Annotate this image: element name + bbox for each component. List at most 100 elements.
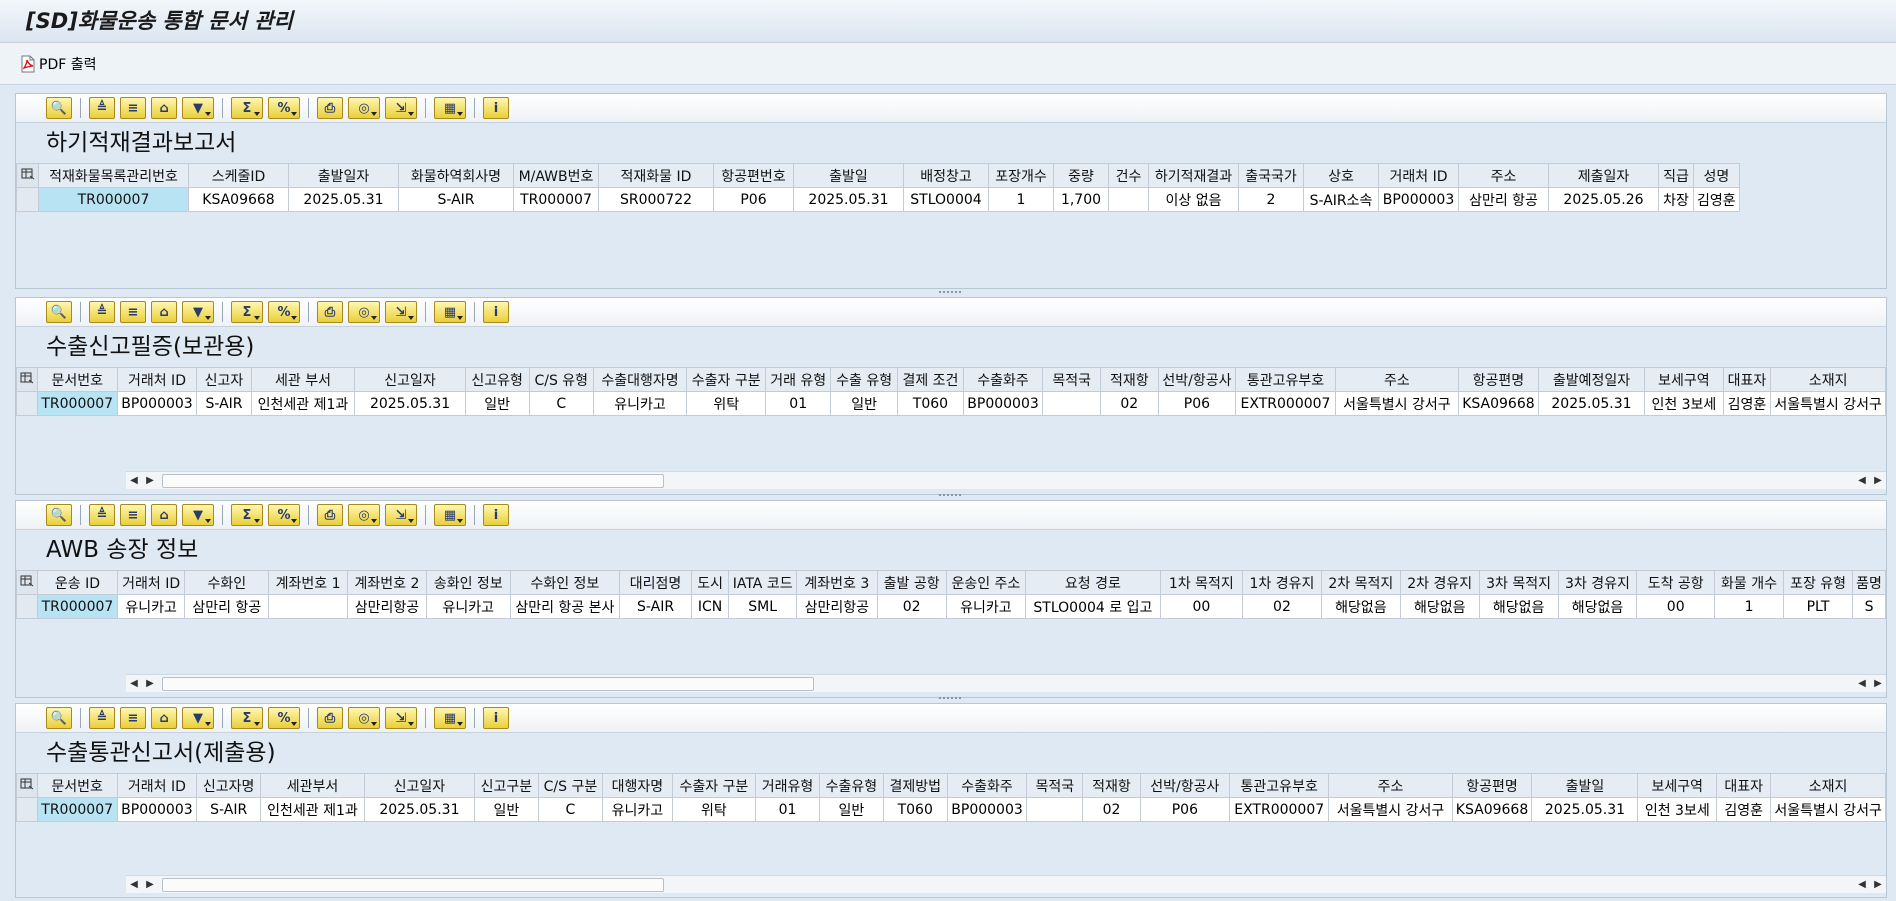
layout-button[interactable]: ▦ bbox=[434, 97, 466, 119]
column-header[interactable]: 수출유형 bbox=[818, 773, 884, 798]
column-header[interactable]: 제출일자 bbox=[1548, 163, 1659, 188]
table-cell[interactable]: TR000007 bbox=[513, 187, 599, 212]
table-cell[interactable]: BP000003 bbox=[116, 391, 198, 416]
scroll-end-right-icon[interactable]: ▶ bbox=[1870, 877, 1886, 893]
scroll-end-left-icon[interactable]: ◀ bbox=[1854, 676, 1870, 692]
column-header[interactable]: 3차 경유지 bbox=[1557, 570, 1638, 595]
table-cell[interactable]: 삼만리 항공 본사 bbox=[509, 594, 621, 619]
table-cell[interactable]: 유니카고 bbox=[602, 797, 673, 822]
column-header[interactable]: 대표자 bbox=[1722, 367, 1772, 392]
table-cell[interactable]: 02 bbox=[1082, 797, 1141, 822]
column-header[interactable]: 신고자 bbox=[196, 367, 252, 392]
table-cell[interactable]: 유니카고 bbox=[945, 594, 1027, 619]
column-header[interactable]: 적재화물 ID bbox=[598, 163, 714, 188]
sort-descending-button[interactable]: ≡ bbox=[120, 97, 146, 119]
column-header[interactable]: 신고일자 bbox=[354, 367, 466, 392]
column-header[interactable]: 도착 공항 bbox=[1636, 570, 1716, 595]
column-header[interactable]: 수화인 정보 bbox=[509, 570, 621, 595]
table-cell[interactable]: EXTR000007 bbox=[1228, 797, 1330, 822]
table-cell[interactable]: 2025.05.31 bbox=[1531, 797, 1639, 822]
scroll-right-icon[interactable]: ▶ bbox=[142, 676, 158, 692]
column-header[interactable]: 대행자명 bbox=[602, 773, 673, 798]
column-header[interactable]: 수출대행자명 bbox=[592, 367, 688, 392]
print-preview-button[interactable]: ◎ bbox=[348, 707, 380, 729]
table-cell[interactable]: 서울특별시 강서구 bbox=[1770, 797, 1886, 822]
column-header[interactable]: 계좌번호 2 bbox=[347, 570, 427, 595]
table-cell[interactable]: 이상 없음 bbox=[1148, 187, 1239, 212]
table-row[interactable]: TR000007 BP000003 S-AIR 인천세관 제1과 2025.05.31 일… bbox=[16, 391, 1886, 416]
column-header[interactable]: 목적국 bbox=[1026, 773, 1084, 798]
table-cell[interactable]: P06 bbox=[713, 187, 794, 212]
table-cell[interactable]: 1 bbox=[1714, 594, 1785, 619]
details-button[interactable]: 🔍 bbox=[46, 97, 72, 119]
table-cell[interactable]: T060 bbox=[897, 391, 964, 416]
splitter[interactable] bbox=[15, 696, 1885, 702]
info-button[interactable]: i bbox=[483, 301, 509, 323]
table-cell[interactable]: P06 bbox=[1157, 391, 1237, 416]
table-cell[interactable]: TR000007 bbox=[36, 391, 118, 416]
table-cell[interactable]: 02 bbox=[1242, 594, 1322, 619]
table-cell[interactable] bbox=[1042, 391, 1101, 416]
table-cell[interactable]: 서울특별시 강서구 bbox=[1770, 391, 1886, 416]
layout-button[interactable]: ▦ bbox=[434, 301, 466, 323]
table-cell[interactable]: P06 bbox=[1139, 797, 1230, 822]
table-cell[interactable]: 2025.05.31 bbox=[793, 187, 904, 212]
export-button[interactable]: ⇲ bbox=[385, 97, 417, 119]
column-header[interactable]: 거래 유형 bbox=[765, 367, 832, 392]
export-button[interactable]: ⇲ bbox=[385, 707, 417, 729]
details-button[interactable]: 🔍 bbox=[46, 504, 72, 526]
column-header[interactable]: 성명 bbox=[1693, 163, 1740, 188]
info-button[interactable]: i bbox=[483, 97, 509, 119]
info-button[interactable]: i bbox=[483, 707, 509, 729]
find-button[interactable]: ⌂ bbox=[151, 707, 177, 729]
table-cell[interactable]: 2025.05.31 bbox=[363, 797, 475, 822]
export-button[interactable]: ⇲ bbox=[385, 504, 417, 526]
table-cell[interactable]: 2025.05.31 bbox=[354, 391, 466, 416]
details-button[interactable]: 🔍 bbox=[46, 707, 72, 729]
table-cell[interactable]: S bbox=[1852, 594, 1886, 619]
horizontal-scrollbar[interactable]: ◀ ▶ ◀ ▶ bbox=[126, 674, 1886, 692]
table-cell[interactable]: BP000003 bbox=[962, 391, 1044, 416]
table-cell[interactable]: S-AIR bbox=[398, 187, 514, 212]
column-header[interactable]: 2차 경유지 bbox=[1399, 570, 1480, 595]
sort-descending-button[interactable]: ≡ bbox=[120, 301, 146, 323]
sort-ascending-button[interactable]: ≜ bbox=[89, 97, 115, 119]
export-button[interactable]: ⇲ bbox=[385, 301, 417, 323]
column-header[interactable]: 수출자 구분 bbox=[671, 773, 757, 798]
column-header[interactable]: 신고유형 bbox=[464, 367, 530, 392]
column-header[interactable]: 선박/항공사 bbox=[1139, 773, 1230, 798]
table-cell[interactable]: 해당없음 bbox=[1320, 594, 1401, 619]
table-cell[interactable]: 차장 bbox=[1658, 187, 1694, 212]
table-cell[interactable]: 삼만리 항공 bbox=[1458, 187, 1549, 212]
scroll-right-icon[interactable]: ▶ bbox=[142, 473, 158, 489]
column-header[interactable]: 적재항 bbox=[1082, 773, 1141, 798]
table-cell[interactable] bbox=[1026, 797, 1084, 822]
sort-ascending-button[interactable]: ≜ bbox=[89, 707, 115, 729]
table-cell[interactable]: 해당없음 bbox=[1478, 594, 1559, 619]
scroll-end-left-icon[interactable]: ◀ bbox=[1854, 877, 1870, 893]
horizontal-scrollbar[interactable]: ◀ ▶ ◀ ▶ bbox=[126, 471, 1886, 489]
column-header[interactable]: 거래처 ID bbox=[116, 570, 186, 595]
column-header[interactable]: 하기적재결과 bbox=[1148, 163, 1239, 188]
column-header[interactable]: 문서번호 bbox=[36, 367, 118, 392]
scroll-thumb[interactable] bbox=[162, 677, 814, 691]
column-header[interactable]: 거래처 ID bbox=[1378, 163, 1459, 188]
column-header[interactable]: 화물하역회사명 bbox=[398, 163, 514, 188]
column-header[interactable]: 신고구분 bbox=[473, 773, 539, 798]
table-cell[interactable]: 2025.05.31 bbox=[288, 187, 399, 212]
table-cell[interactable]: 2 bbox=[1238, 187, 1304, 212]
table-row[interactable]: TR000007 KSA09668 2025.05.31 S-AIR TR000007 S… bbox=[16, 187, 1740, 212]
column-header[interactable]: 송화인 정보 bbox=[425, 570, 511, 595]
column-header[interactable]: M/AWB번호 bbox=[513, 163, 599, 188]
table-cell[interactable]: BP000003 bbox=[1378, 187, 1459, 212]
info-button[interactable]: i bbox=[483, 504, 509, 526]
sort-ascending-button[interactable]: ≜ bbox=[89, 504, 115, 526]
splitter[interactable] bbox=[15, 493, 1885, 499]
column-header[interactable]: 항공편번호 bbox=[713, 163, 794, 188]
print-preview-button[interactable]: ◎ bbox=[348, 301, 380, 323]
table-cell[interactable]: 일반 bbox=[818, 797, 884, 822]
print-button[interactable]: ⎙ bbox=[317, 707, 343, 729]
table-cell[interactable]: 위탁 bbox=[671, 797, 757, 822]
table-cell[interactable]: 00 bbox=[1636, 594, 1716, 619]
column-header[interactable]: 품명 bbox=[1852, 570, 1886, 595]
